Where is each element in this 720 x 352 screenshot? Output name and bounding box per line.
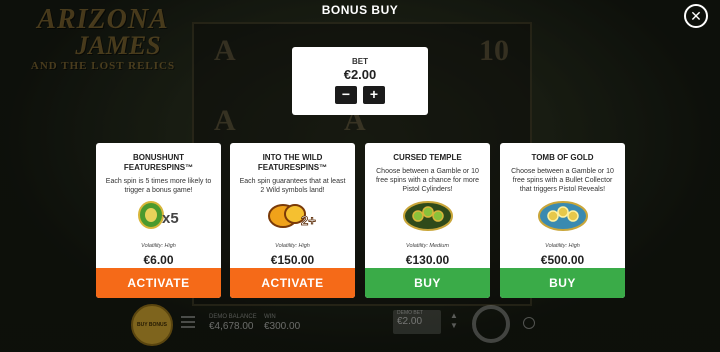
wild-count: 2+: [301, 213, 316, 228]
bonushunt-multiplier: x5: [162, 210, 179, 227]
buy-button[interactable]: BUY: [365, 268, 490, 298]
card-volatility: Volatility: High: [545, 243, 580, 249]
card-volatility: Volatility: High: [141, 243, 176, 249]
card-volatility: Volatility: High: [275, 243, 310, 249]
activate-button[interactable]: ACTIVATE: [96, 268, 221, 298]
card-price: €150.00: [270, 253, 315, 267]
bonus-card-cursed-temple: CURSED TEMPLE Choose between a Gamble or…: [365, 143, 490, 298]
activate-button[interactable]: ACTIVATE: [230, 268, 355, 298]
tomb-of-gold-icon: [500, 198, 625, 232]
card-volatility: Volatility: Medium: [406, 243, 449, 249]
bet-value: €2.00: [343, 67, 377, 82]
bonus-card-bonushunt: BONUSHUNT FEATURESPINS™ Each spin is 5 t…: [96, 143, 221, 298]
card-price: €130.00: [405, 253, 450, 267]
close-icon[interactable]: ✕: [684, 4, 708, 28]
card-title: BONUSHUNT FEATURESPINS™: [123, 153, 194, 172]
page-title: BONUS BUY: [321, 3, 399, 17]
bonushunt-icon: x5: [96, 198, 221, 232]
bonus-card-tomb-of-gold: TOMB OF GOLD Choose between a Gamble or …: [500, 143, 625, 298]
card-title: INTO THE WILD FEATURESPINS™: [257, 153, 328, 172]
card-description: Each spin is 5 times more likely to trig…: [105, 178, 212, 194]
bet-increase-button[interactable]: +: [363, 86, 385, 104]
bet-decrease-button[interactable]: −: [335, 86, 357, 104]
card-description: Choose between a Gamble or 10 free spins…: [511, 168, 614, 193]
card-description: Each spin guarantees that at least 2 Wil…: [239, 178, 346, 194]
cursed-temple-icon: [365, 198, 490, 232]
card-description: Choose between a Gamble or 10 free spins…: [375, 168, 480, 193]
buy-button[interactable]: BUY: [500, 268, 625, 298]
wild-icon: 2+: [230, 198, 355, 232]
bet-label: BET: [352, 57, 368, 66]
bet-selector: BET €2.00 − +: [292, 47, 428, 115]
card-title: TOMB OF GOLD: [531, 153, 594, 162]
card-price: €6.00: [143, 253, 174, 267]
bonus-card-into-the-wild: INTO THE WILD FEATURESPINS™ Each spin gu…: [230, 143, 355, 298]
card-title: CURSED TEMPLE: [393, 153, 462, 162]
card-price: €500.00: [540, 253, 585, 267]
